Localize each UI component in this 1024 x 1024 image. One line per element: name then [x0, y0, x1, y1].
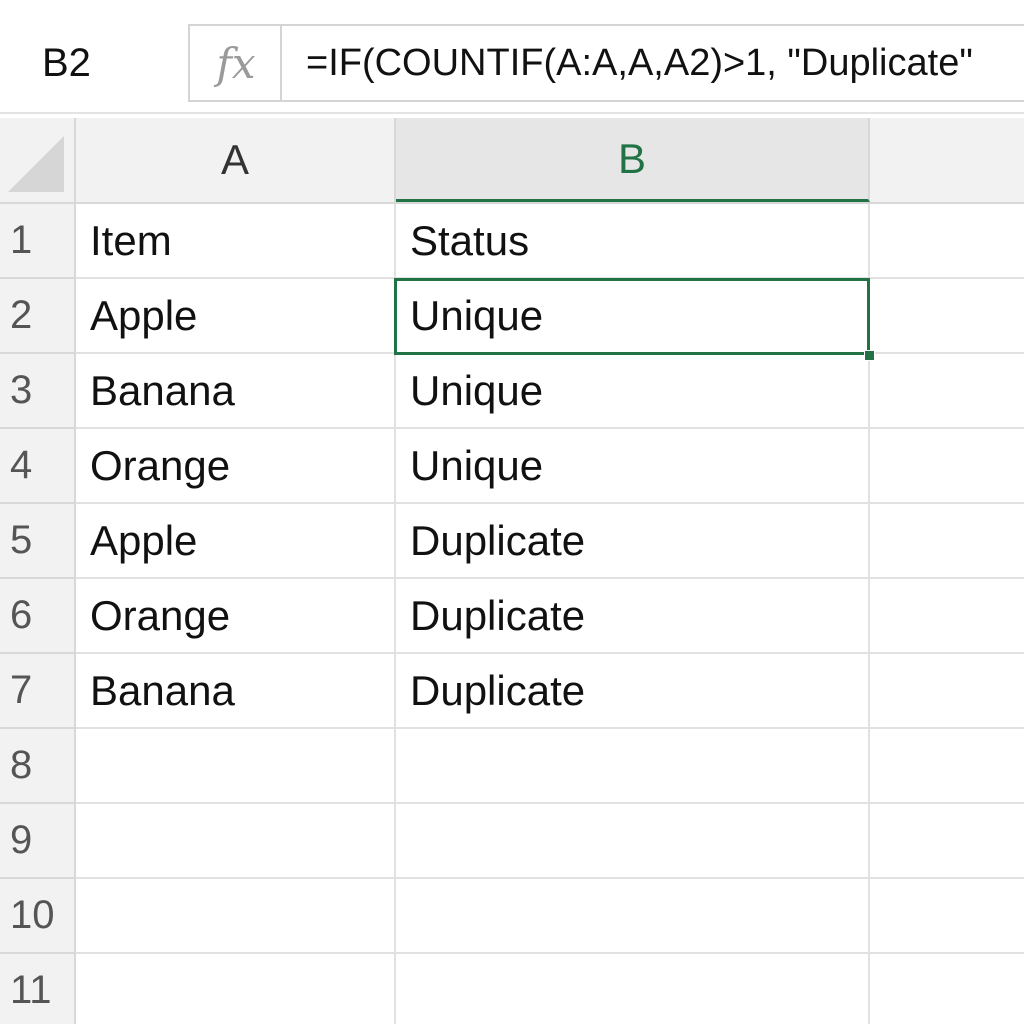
cell-a6[interactable]: Orange: [76, 579, 396, 654]
cell-a5[interactable]: Apple: [76, 504, 396, 579]
cell-a1[interactable]: Item: [76, 204, 396, 279]
cell-a11[interactable]: [76, 954, 396, 1024]
cell-b7[interactable]: Duplicate: [396, 654, 870, 729]
name-box[interactable]: B2: [0, 22, 180, 104]
fill-handle[interactable]: [864, 350, 875, 361]
table-row: 7 Banana Duplicate: [0, 654, 1024, 729]
cell-c1[interactable]: [870, 204, 1024, 279]
cell-b3[interactable]: Unique: [396, 354, 870, 429]
cell-b10[interactable]: [396, 879, 870, 954]
column-header-b[interactable]: B: [396, 118, 870, 202]
table-row: 9: [0, 804, 1024, 879]
row-header[interactable]: 4: [0, 429, 76, 504]
cell-b4[interactable]: Unique: [396, 429, 870, 504]
cell-b8[interactable]: [396, 729, 870, 804]
cell-c2[interactable]: [870, 279, 1024, 354]
cell-a3[interactable]: Banana: [76, 354, 396, 429]
table-row: 1 Item Status: [0, 204, 1024, 279]
select-all-triangle-icon: [8, 136, 64, 192]
row-header[interactable]: 3: [0, 354, 76, 429]
cell-b5[interactable]: Duplicate: [396, 504, 870, 579]
column-header-c[interactable]: [870, 118, 1024, 202]
row-header[interactable]: 11: [0, 954, 76, 1024]
row-header[interactable]: 8: [0, 729, 76, 804]
row-header[interactable]: 7: [0, 654, 76, 729]
cell-c4[interactable]: [870, 429, 1024, 504]
row-header[interactable]: 5: [0, 504, 76, 579]
table-row: 3 Banana Unique: [0, 354, 1024, 429]
insert-function-button[interactable]: fx: [188, 24, 282, 102]
row-header[interactable]: 9: [0, 804, 76, 879]
cell-c11[interactable]: [870, 954, 1024, 1024]
table-row: 5 Apple Duplicate: [0, 504, 1024, 579]
table-row: 2 Apple Unique: [0, 279, 1024, 354]
cell-b1[interactable]: Status: [396, 204, 870, 279]
table-row: 4 Orange Unique: [0, 429, 1024, 504]
table-row: 8: [0, 729, 1024, 804]
column-header-a[interactable]: A: [76, 118, 396, 202]
cell-c5[interactable]: [870, 504, 1024, 579]
cell-b11[interactable]: [396, 954, 870, 1024]
column-header-row: A B: [0, 118, 1024, 204]
table-row: 11: [0, 954, 1024, 1024]
cell-c7[interactable]: [870, 654, 1024, 729]
cell-c3[interactable]: [870, 354, 1024, 429]
fx-icon: fx: [216, 38, 256, 88]
cell-c8[interactable]: [870, 729, 1024, 804]
cell-c6[interactable]: [870, 579, 1024, 654]
cell-a10[interactable]: [76, 879, 396, 954]
cell-b9[interactable]: [396, 804, 870, 879]
cell-a4[interactable]: Orange: [76, 429, 396, 504]
cell-c10[interactable]: [870, 879, 1024, 954]
cell-b2[interactable]: Unique: [396, 279, 870, 354]
spreadsheet-app: B2 fx =IF(COUNTIF(A:A,A,A2)>1, "Duplicat…: [0, 0, 1024, 1024]
table-row: 6 Orange Duplicate: [0, 579, 1024, 654]
table-row: 10: [0, 879, 1024, 954]
row-header[interactable]: 10: [0, 879, 76, 954]
select-all-button[interactable]: [0, 118, 76, 202]
cell-a7[interactable]: Banana: [76, 654, 396, 729]
formula-input[interactable]: =IF(COUNTIF(A:A,A,A2)>1, "Duplicate": [280, 24, 1024, 102]
row-header[interactable]: 2: [0, 279, 76, 354]
worksheet-grid: A B 1 Item Status 2 Apple Unique 3 Banana Unique…: [0, 118, 1024, 1024]
cell-c9[interactable]: [870, 804, 1024, 879]
cell-a9[interactable]: [76, 804, 396, 879]
row-header[interactable]: 6: [0, 579, 76, 654]
cell-b6[interactable]: Duplicate: [396, 579, 870, 654]
cell-a8[interactable]: [76, 729, 396, 804]
formula-bar: B2 fx =IF(COUNTIF(A:A,A,A2)>1, "Duplicat…: [0, 0, 1024, 114]
row-header[interactable]: 1: [0, 204, 76, 279]
cell-a2[interactable]: Apple: [76, 279, 396, 354]
